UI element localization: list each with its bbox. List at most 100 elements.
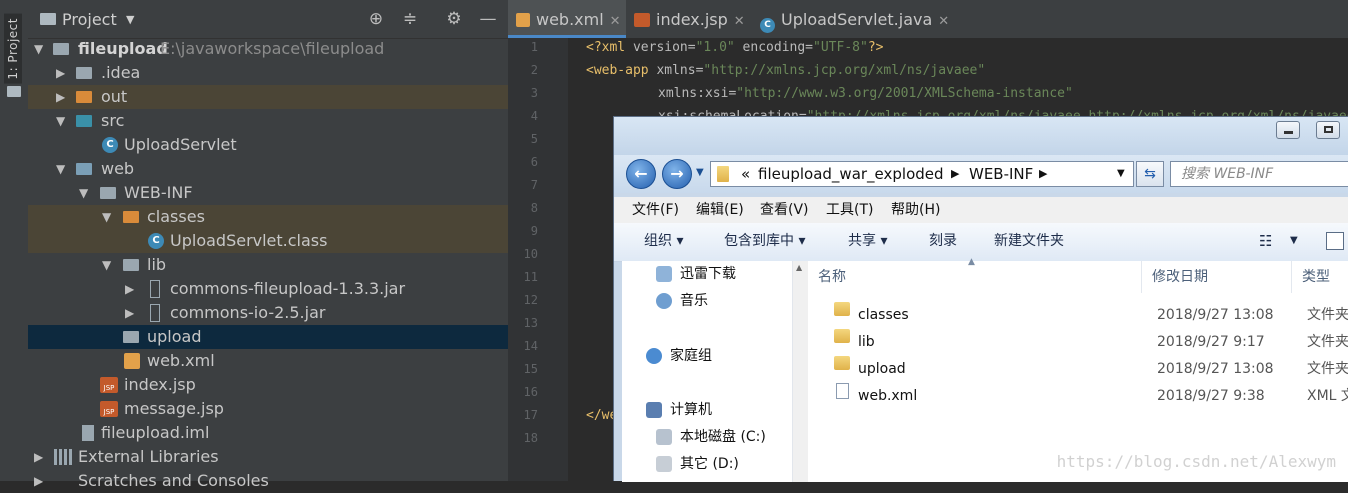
menu-file[interactable]: 文件(F): [632, 197, 679, 223]
tree-node-web[interactable]: ▼ web: [28, 157, 508, 181]
history-dropdown-icon[interactable]: ▼: [696, 167, 704, 178]
collapsed-arrow-icon[interactable]: ▶: [56, 85, 65, 109]
collapsed-arrow-icon[interactable]: ▶: [125, 277, 134, 301]
tree-node-index-jsp[interactable]: JSP index.jsp: [28, 373, 508, 397]
tree-node-label: UploadServlet.class: [170, 231, 328, 250]
collapsed-arrow-icon[interactable]: ▶: [125, 301, 134, 325]
file-row[interactable]: lib 2018/9/27 9:17 文件夹: [808, 329, 1348, 356]
tree-node-commons-io[interactable]: ▶ commons-io-2.5.jar: [28, 301, 508, 325]
address-overflow[interactable]: «: [741, 162, 750, 186]
chevron-down-icon[interactable]: ▼: [1290, 223, 1298, 259]
explorer-menubar: 文件(F) 编辑(E) 查看(V) 工具(T) 帮助(H): [614, 197, 1348, 223]
breadcrumb-separator-icon[interactable]: ▶: [951, 162, 959, 186]
column-header-name[interactable]: 名称: [808, 261, 1142, 293]
chevron-down-icon[interactable]: ▼: [1117, 162, 1125, 186]
tree-node-classes[interactable]: ▼ classes: [28, 205, 508, 229]
breadcrumb-web-inf[interactable]: WEB-INF: [969, 162, 1033, 186]
burn-button[interactable]: 刻录: [929, 223, 957, 259]
expanded-arrow-icon[interactable]: ▼: [34, 37, 43, 61]
column-header-date[interactable]: 修改日期: [1142, 261, 1292, 293]
tree-node-scratches[interactable]: ▶ Scratches and Consoles: [28, 469, 508, 493]
view-options-icon[interactable]: ☷: [1259, 223, 1272, 259]
tab-label: web.xml: [536, 10, 604, 29]
tree-node-idea[interactable]: ▶ .idea: [28, 61, 508, 85]
share-button[interactable]: 共享 ▾: [848, 223, 887, 259]
expanded-arrow-icon[interactable]: ▼: [56, 109, 65, 133]
collapsed-arrow-icon[interactable]: ▶: [34, 469, 43, 493]
tab-uploadservlet-java[interactable]: C UploadServlet.java ✕: [760, 0, 949, 38]
expanded-arrow-icon[interactable]: ▼: [56, 157, 65, 181]
project-panel-title[interactable]: Project: [62, 10, 117, 29]
editor-gutter: 1 2 3 4 5 6 7 8 9 10 11 12 13 14 15 16 1…: [508, 38, 569, 481]
tree-node-label: WEB-INF: [124, 183, 193, 202]
new-folder-button[interactable]: 新建文件夹: [994, 223, 1064, 259]
jsp-file-icon: JSP: [100, 401, 118, 417]
menu-tools[interactable]: 工具(T): [826, 197, 873, 223]
column-header-type[interactable]: 类型: [1292, 261, 1348, 293]
expanded-arrow-icon[interactable]: ▼: [102, 253, 111, 277]
navigation-scrollbar[interactable]: ▲: [792, 261, 809, 482]
minimize-icon[interactable]: —: [478, 9, 498, 29]
file-row[interactable]: upload 2018/9/27 13:08 文件夹: [808, 356, 1348, 383]
include-in-library-button[interactable]: 包含到库中 ▾: [724, 223, 805, 259]
tree-node-message-jsp[interactable]: JSP message.jsp: [28, 397, 508, 421]
collapsed-arrow-icon[interactable]: ▶: [56, 61, 65, 85]
maximize-button[interactable]: [1316, 121, 1340, 139]
back-button[interactable]: ←: [626, 159, 656, 189]
menu-edit[interactable]: 编辑(E): [696, 197, 744, 223]
breadcrumb-fileupload-war-exploded[interactable]: fileupload_war_exploded: [758, 162, 944, 186]
collapse-icon[interactable]: ≑: [400, 9, 420, 29]
project-tool-button[interactable]: 1: Project: [4, 14, 22, 84]
tree-node-uploadservlet[interactable]: C UploadServlet: [28, 133, 508, 157]
tree-node-upload[interactable]: upload: [28, 325, 508, 349]
menu-help[interactable]: 帮助(H): [891, 197, 940, 223]
source-folder-icon: [76, 115, 92, 127]
xml-file-icon: [836, 383, 849, 399]
tree-node-label: Scratches and Consoles: [78, 471, 269, 490]
collapsed-arrow-icon[interactable]: ▶: [34, 445, 43, 469]
file-row[interactable]: classes 2018/9/27 13:08 文件夹: [808, 302, 1348, 329]
folder-icon: [123, 259, 139, 271]
tree-node-label: classes: [147, 207, 205, 226]
class-icon: C: [102, 137, 118, 153]
close-icon[interactable]: ✕: [734, 14, 745, 29]
explorer-toolbar: 组织 ▾ 包含到库中 ▾ 共享 ▾ 刻录 新建文件夹 ☷ ▼: [614, 223, 1348, 262]
minimize-button[interactable]: [1276, 121, 1300, 139]
menu-view[interactable]: 查看(V): [760, 197, 809, 223]
chevron-down-icon[interactable]: ▼: [126, 13, 134, 26]
tree-node-lib[interactable]: ▼ lib: [28, 253, 508, 277]
organize-button[interactable]: 组织 ▾: [644, 223, 683, 259]
expanded-arrow-icon[interactable]: ▼: [102, 205, 111, 229]
tab-web-xml[interactable]: web.xml ✕: [508, 0, 626, 38]
editor-tabs: web.xml ✕ index.jsp ✕ C UploadServlet.java ✕: [508, 0, 1348, 39]
locate-icon[interactable]: ⊕: [366, 9, 386, 29]
tree-node-out[interactable]: ▶ out: [28, 85, 508, 109]
expanded-arrow-icon[interactable]: ▼: [79, 181, 88, 205]
tree-node-fileupload[interactable]: ▼ fileupload E:\javaworkspace\fileupload: [28, 37, 508, 61]
file-type: 文件夹: [1307, 334, 1348, 350]
gear-icon[interactable]: ⚙: [444, 9, 464, 29]
tree-node-fileupload-iml[interactable]: fileupload.iml: [28, 421, 508, 445]
refresh-button[interactable]: ⇆: [1136, 161, 1164, 187]
line-number: 5: [530, 132, 538, 146]
tree-node-external-libraries[interactable]: ▶ External Libraries: [28, 445, 508, 469]
tree-node-label: upload: [147, 327, 202, 346]
forward-button[interactable]: →: [662, 159, 692, 189]
close-icon[interactable]: ✕: [938, 14, 949, 29]
tree-node-web-xml[interactable]: web.xml: [28, 349, 508, 373]
tree-node-web-inf[interactable]: ▼ WEB-INF: [28, 181, 508, 205]
tree-node-uploadservlet-class[interactable]: C UploadServlet.class: [28, 229, 508, 253]
address-bar[interactable]: « fileupload_war_exploded ▶ WEB-INF ▶ ▼: [710, 161, 1134, 187]
preview-pane-icon[interactable]: [1326, 232, 1344, 250]
breadcrumb-separator-icon[interactable]: ▶: [1039, 162, 1047, 186]
watermark: https://blog.csdn.net/Alexwym: [1056, 452, 1336, 471]
file-row[interactable]: web.xml 2018/9/27 9:38 XML 文档: [808, 383, 1348, 410]
search-input[interactable]: 搜索 WEB-INF: [1170, 161, 1348, 187]
tree-node-commons-fileupload[interactable]: ▶ commons-fileupload-1.3.3.jar: [28, 277, 508, 301]
tab-index-jsp[interactable]: index.jsp ✕: [634, 0, 745, 38]
xml-file-icon: [124, 353, 140, 369]
tree-node-src[interactable]: ▼ src: [28, 109, 508, 133]
scroll-up-icon[interactable]: ▲: [796, 263, 802, 272]
folder-icon: [717, 166, 729, 182]
close-icon[interactable]: ✕: [610, 14, 621, 29]
